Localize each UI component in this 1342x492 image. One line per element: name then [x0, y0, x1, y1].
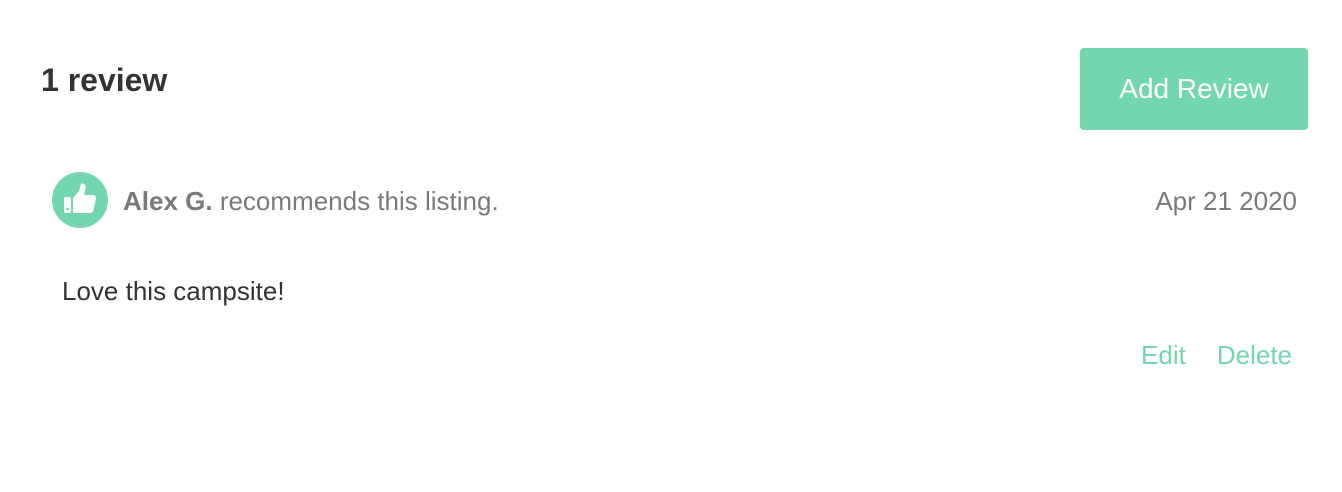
review-item: Alex G. recommends this listing. Apr 21 …: [0, 160, 1342, 400]
recommendation-text: recommends this listing.: [212, 186, 499, 216]
reviewer-line: Alex G. recommends this listing.: [123, 184, 499, 218]
reviews-count-heading: 1 review: [41, 62, 168, 98]
edit-review-link[interactable]: Edit: [1141, 338, 1186, 372]
reviewer-name: Alex G.: [123, 186, 213, 216]
thumbs-up-icon: [52, 172, 108, 228]
review-date: Apr 21 2020: [1155, 186, 1297, 216]
review-actions: Edit Delete: [1141, 338, 1292, 372]
delete-review-link[interactable]: Delete: [1217, 338, 1292, 372]
thumbs-up-glyph: [64, 183, 97, 213]
add-review-button[interactable]: Add Review: [1080, 48, 1308, 130]
review-body: Love this campsite!: [62, 276, 285, 306]
